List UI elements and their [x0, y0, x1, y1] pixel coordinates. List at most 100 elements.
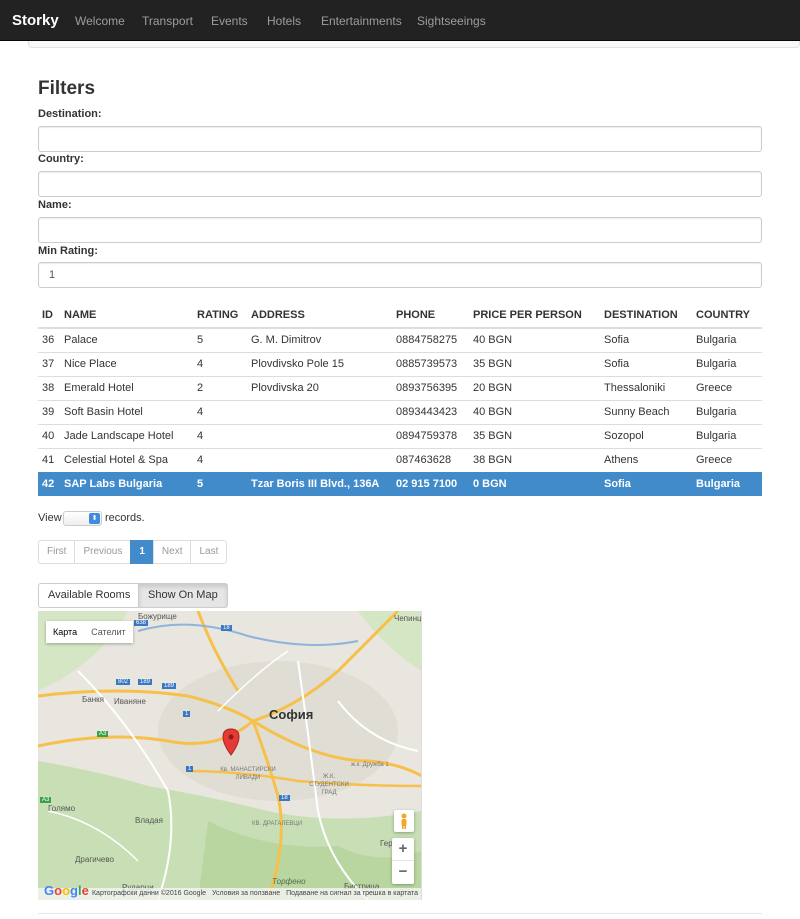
column-header-rating[interactable]: RATING [193, 303, 247, 329]
column-header-phone[interactable]: PHONE [392, 303, 469, 329]
table-row[interactable]: 40 Jade Landscape Hotel 4 0894759378 35 BGN S… [38, 423, 762, 448]
nav-item-sightseeings[interactable]: Sightseeings [417, 14, 486, 28]
cell-price: 0 BGN [469, 471, 600, 496]
zoom-in-button[interactable]: + [392, 838, 414, 861]
cell-country: Bulgaria [692, 423, 762, 448]
cell-id: 38 [38, 375, 60, 400]
cell-phone: 0893443423 [392, 399, 469, 424]
road-shield-label: 1 [183, 711, 191, 717]
cell-id: 36 [38, 327, 60, 352]
cell-address [247, 423, 392, 448]
brand-logo[interactable]: Storky [12, 12, 59, 29]
map-type-control: Карта Сателит [46, 621, 133, 643]
column-header-price[interactable]: PRICE PER PERSON [469, 303, 600, 329]
column-header-id[interactable]: ID [38, 303, 60, 329]
nav-item-hotels[interactable]: Hotels [267, 14, 301, 28]
cell-phone: 087463628 [392, 447, 469, 472]
road-shield-label: 189 [162, 683, 177, 689]
pager-previous[interactable]: Previous [74, 540, 132, 564]
map-terms-link[interactable]: Условия за ползване [212, 888, 280, 900]
cell-address: Plovdivska 20 [247, 375, 392, 400]
road-shield-label: A3 [97, 731, 109, 737]
cell-price: 20 BGN [469, 375, 600, 400]
hotels-table: ID NAME RATING ADDRESS PHONE PRICE PER P… [38, 303, 762, 496]
map-place-label: Ж.К. СТУДЕНТСКИ ГРАД [309, 774, 349, 796]
records-label: records. [105, 512, 145, 524]
table-row[interactable]: 38 Emerald Hotel 2 Plovdivska 20 0893756395 2… [38, 375, 762, 400]
map-type-map-button[interactable]: Карта [46, 621, 84, 643]
map-place-label: ж.к. Дружба 1 [351, 762, 389, 768]
cell-phone: 02 915 7100 [392, 471, 469, 496]
pager-page-1[interactable]: 1 [130, 540, 154, 564]
map-report-error-link[interactable]: Подаване на сигнал за грешка в картата [286, 888, 418, 900]
table-row[interactable]: 39 Soft Basin Hotel 4 0893443423 40 BGN Sunny… [38, 399, 762, 424]
destination-label: Destination: [38, 108, 102, 120]
cell-country: Greece [692, 375, 762, 400]
pagination: First Previous 1 Next Last [38, 540, 228, 564]
footer-divider [38, 913, 762, 914]
road-shield-label: 802 [116, 679, 131, 685]
google-logo[interactable]: Google [44, 883, 89, 898]
country-input[interactable] [38, 171, 762, 197]
cell-destination: Sofia [600, 327, 692, 352]
map-city-label: София [269, 707, 314, 722]
map-place-label: Торфено [272, 877, 306, 886]
map-type-satellite-button[interactable]: Сателит [84, 621, 133, 643]
table-row[interactable]: 42 SAP Labs Bulgaria 5 Tzar Boris III Blvd.… [38, 471, 762, 496]
road-shield-label: 1 [186, 766, 194, 772]
map-place-label: Владая [135, 816, 163, 825]
column-header-name[interactable]: NAME [60, 303, 193, 329]
cell-phone: 0884758275 [392, 327, 469, 352]
nav-item-entertainments[interactable]: Entertainments [321, 14, 402, 28]
cell-price: 35 BGN [469, 423, 600, 448]
road-shield-label: 18 [279, 795, 290, 801]
map-data-attribution: Картографски данни ©2016 Google [91, 890, 207, 897]
show-on-map-button[interactable]: Show On Map [138, 583, 228, 608]
nav-item-transport[interactable]: Transport [142, 14, 193, 28]
cell-name: Celestial Hotel & Spa [60, 447, 193, 472]
cell-name: Soft Basin Hotel [60, 399, 193, 424]
cell-rating: 5 [193, 327, 247, 352]
cell-name: Jade Landscape Hotel [60, 423, 193, 448]
table-row[interactable]: 41 Celestial Hotel & Spa 4 087463628 38 BGN A… [38, 447, 762, 472]
subnav-bar [28, 41, 800, 48]
column-header-address[interactable]: ADDRESS [247, 303, 392, 329]
map-attribution: Картографски данни ©2016 Google Условия … [38, 888, 421, 900]
cell-destination: Sozopol [600, 423, 692, 448]
destination-input[interactable] [38, 126, 762, 152]
cell-country: Bulgaria [692, 327, 762, 352]
column-header-country[interactable]: COUNTRY [692, 303, 762, 329]
cell-address [247, 399, 392, 424]
name-input[interactable] [38, 217, 762, 243]
cell-destination: Sofia [600, 471, 692, 496]
min-rating-label: Min Rating: [38, 245, 98, 257]
street-view-pegman-icon[interactable] [394, 810, 414, 832]
nav-item-events[interactable]: Events [211, 14, 248, 28]
cell-destination: Athens [600, 447, 692, 472]
map[interactable]: 638 18 802 189 189 A3 A3 1 1 18 София Бо… [38, 611, 422, 900]
column-header-destination[interactable]: DESTINATION [600, 303, 692, 329]
table-row[interactable]: 37 Nice Place 4 Plovdivsko Pole 15 088573957… [38, 351, 762, 376]
map-place-label: Иваняне [114, 697, 146, 706]
zoom-out-button[interactable]: − [392, 861, 414, 884]
pager-first[interactable]: First [38, 540, 76, 564]
map-place-label: Драгичево [75, 855, 114, 864]
cell-name: SAP Labs Bulgaria [60, 471, 193, 496]
pager-next[interactable]: Next [152, 540, 192, 564]
cell-price: 40 BGN [469, 399, 600, 424]
table-row[interactable]: 36 Palace 5 G. M. Dimitrov 0884758275 40 BGN S… [38, 327, 762, 352]
available-rooms-button[interactable]: Available Rooms [38, 583, 141, 608]
cell-destination: Sunny Beach [600, 399, 692, 424]
pager-last[interactable]: Last [190, 540, 228, 564]
zoom-control: + − [392, 838, 414, 884]
nav-item-welcome[interactable]: Welcome [75, 14, 125, 28]
records-per-page-select[interactable]: ⬍ [63, 511, 102, 526]
min-rating-input[interactable] [38, 262, 762, 288]
filters-title: Filters [38, 78, 96, 99]
cell-rating: 4 [193, 351, 247, 376]
road-shield-label: A3 [40, 797, 52, 803]
cell-country: Bulgaria [692, 471, 762, 496]
cell-country: Bulgaria [692, 399, 762, 424]
table-header-row: ID NAME RATING ADDRESS PHONE PRICE PER P… [38, 303, 762, 329]
cell-rating: 4 [193, 399, 247, 424]
